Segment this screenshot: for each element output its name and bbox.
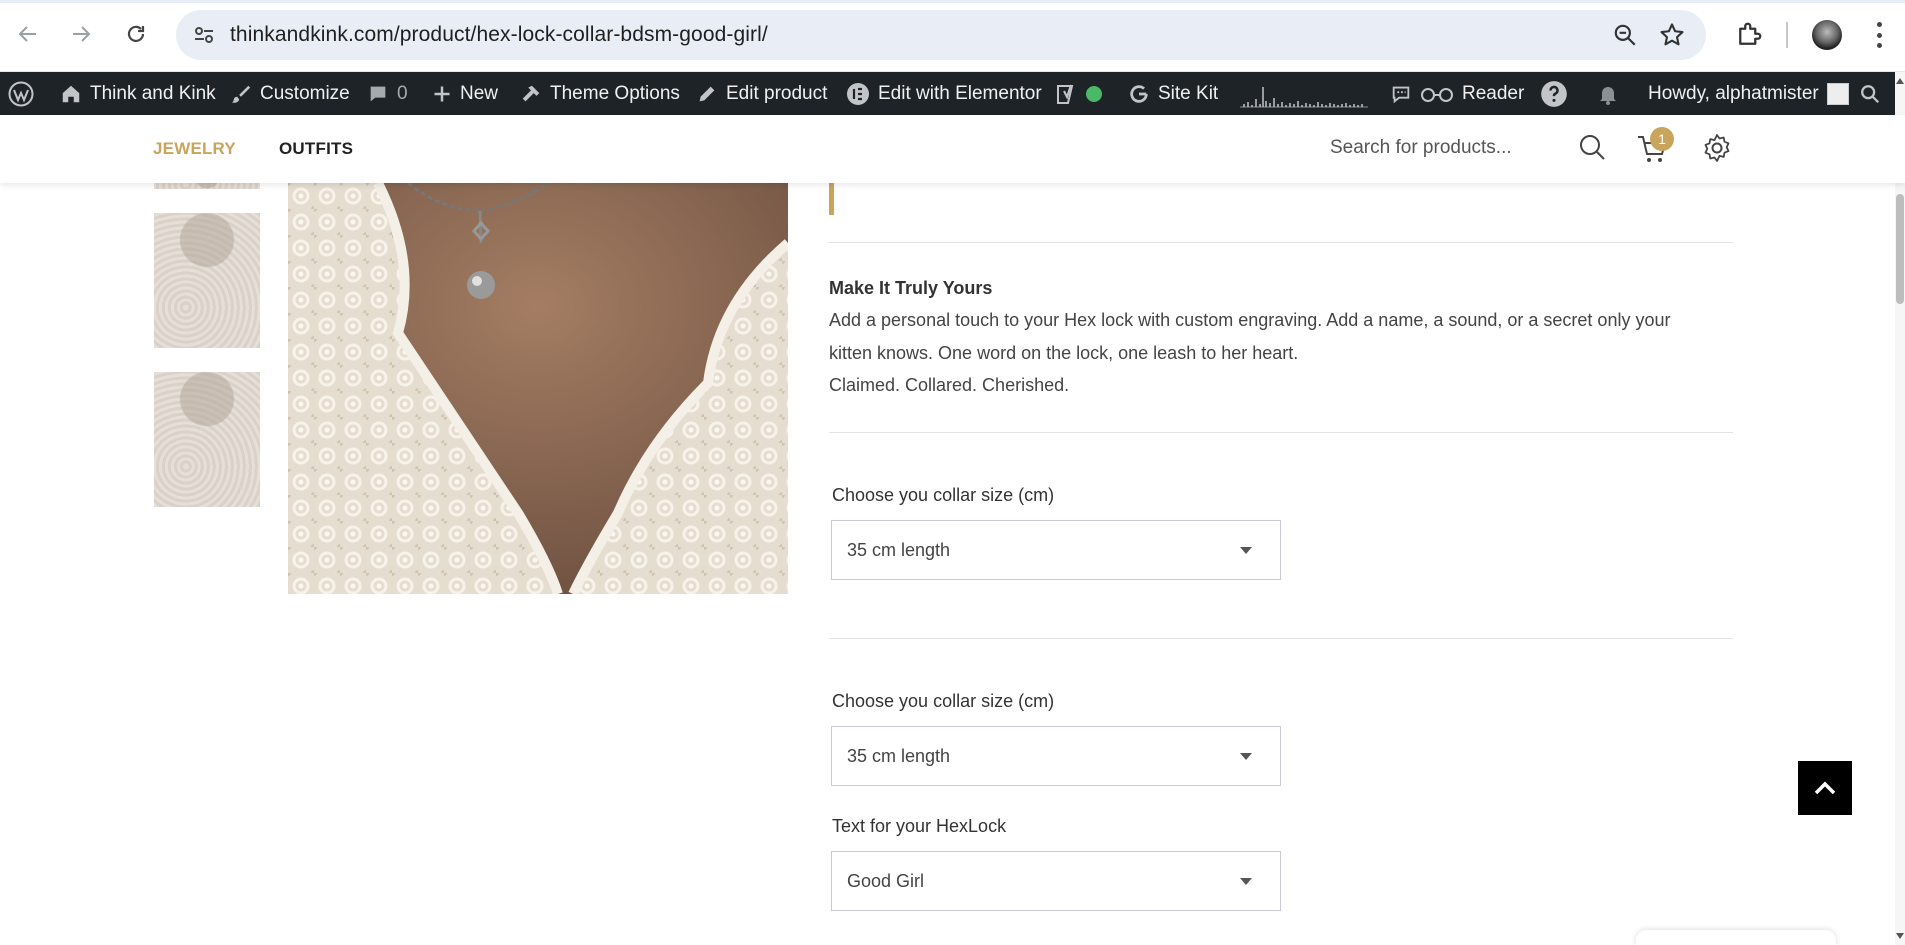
product-main-image[interactable] bbox=[288, 183, 788, 594]
plus-icon bbox=[434, 86, 450, 101]
adminbar-my-account[interactable]: Howdy, alphatmister bbox=[1648, 72, 1849, 115]
collar-size-select[interactable]: 35 cm length bbox=[831, 726, 1281, 786]
adminbar-comments[interactable]: 0 bbox=[367, 72, 408, 115]
scroll-down-arrow-icon[interactable] bbox=[1896, 933, 1904, 939]
adminbar-search-icon[interactable] bbox=[1859, 72, 1881, 115]
bookmark-star-icon[interactable] bbox=[1658, 21, 1686, 49]
search-icon[interactable] bbox=[1578, 133, 1606, 161]
brush-icon bbox=[231, 85, 251, 103]
description-line: kitten knows. One word on the lock, one … bbox=[829, 343, 1299, 363]
chat-widget-tab[interactable] bbox=[1636, 930, 1836, 945]
dropdown-caret-icon bbox=[1240, 753, 1252, 760]
wp-admin-bar: Think and Kink Customize 0 New Theme Opt… bbox=[0, 72, 1905, 115]
toolbar-divider bbox=[1786, 22, 1788, 48]
back-to-top-button[interactable] bbox=[1798, 761, 1852, 815]
settings-gear-icon[interactable] bbox=[1702, 133, 1732, 163]
chevron-up-icon bbox=[1814, 781, 1836, 795]
google-g-icon bbox=[1130, 84, 1148, 103]
menu-item-jewelry[interactable]: JEWELRY bbox=[153, 139, 236, 159]
hexlock-text-label: Text for your HexLock bbox=[832, 816, 1007, 836]
collar-size-value: 35 cm length bbox=[847, 746, 951, 766]
description-line: Add a personal touch to your Hex lock wi… bbox=[829, 310, 1671, 330]
tab-strip bbox=[0, 0, 1905, 3]
dropdown-caret-icon bbox=[1240, 878, 1252, 885]
page-scrollbar[interactable] bbox=[1895, 72, 1905, 945]
address-bar[interactable]: thinkandkink.com/product/hex-lock-collar… bbox=[176, 10, 1706, 60]
adminbar-customize[interactable]: Customize bbox=[230, 72, 350, 115]
chrome-menu-icon[interactable] bbox=[1876, 22, 1882, 48]
collar-size-label: Choose you collar size (cm) bbox=[832, 485, 1055, 505]
product-thumbnail[interactable] bbox=[154, 213, 260, 348]
reload-icon[interactable] bbox=[118, 16, 154, 52]
section-title: Make It Truly Yours bbox=[829, 278, 993, 298]
elementor-icon bbox=[847, 82, 869, 105]
url-text[interactable]: thinkandkink.com/product/hex-lock-collar… bbox=[230, 23, 768, 47]
collar-size-label: Choose you collar size (cm) bbox=[832, 691, 1055, 711]
browser-toolbar: thinkandkink.com/product/hex-lock-collar… bbox=[0, 0, 1905, 72]
adminbar-theme-options[interactable]: Theme Options bbox=[520, 72, 680, 115]
yoast-icon bbox=[1057, 84, 1074, 104]
divider bbox=[829, 432, 1733, 433]
hammer-icon bbox=[522, 85, 540, 101]
pencil-icon bbox=[699, 86, 715, 101]
adminbar-reader[interactable]: Reader bbox=[1390, 72, 1524, 115]
adminbar-site-kit[interactable]: Site Kit bbox=[1128, 72, 1218, 115]
hexlock-text-select[interactable]: Good Girl bbox=[831, 851, 1281, 911]
divider bbox=[829, 638, 1733, 639]
home-icon bbox=[62, 85, 80, 102]
collar-size-value: 35 cm length bbox=[847, 540, 951, 560]
notifications-bell-icon[interactable] bbox=[1596, 72, 1620, 115]
product-search-input[interactable]: Search for products... bbox=[1330, 137, 1512, 159]
forward-icon[interactable] bbox=[63, 16, 99, 52]
adminbar-edit-product[interactable]: Edit product bbox=[696, 72, 827, 115]
cart-count-badge: 1 bbox=[1650, 127, 1674, 151]
hexlock-text-value: Good Girl bbox=[847, 871, 925, 891]
comment-icon bbox=[370, 86, 386, 101]
back-icon[interactable] bbox=[10, 16, 46, 52]
zoom-icon[interactable] bbox=[1612, 22, 1638, 48]
site-info-icon[interactable] bbox=[192, 23, 216, 47]
extensions-icon[interactable] bbox=[1734, 20, 1764, 50]
product-thumbnail[interactable] bbox=[154, 372, 260, 507]
dropdown-caret-icon bbox=[1240, 547, 1252, 554]
user-avatar bbox=[1826, 82, 1849, 105]
adminbar-site-name[interactable]: Think and Kink bbox=[60, 72, 216, 115]
profile-avatar[interactable] bbox=[1812, 20, 1842, 50]
reader-chat-icon bbox=[1392, 86, 1410, 103]
scroll-up-arrow-icon[interactable] bbox=[1896, 78, 1904, 84]
traffic-sparkline[interactable] bbox=[1238, 84, 1370, 108]
glasses-icon bbox=[1421, 87, 1453, 102]
divider bbox=[829, 242, 1733, 243]
wordpress-logo-icon[interactable] bbox=[8, 72, 34, 115]
adminbar-yoast[interactable] bbox=[1056, 72, 1102, 115]
description-line: Claimed. Collared. Cherished. bbox=[829, 375, 1070, 395]
adminbar-edit-elementor[interactable]: Edit with Elementor bbox=[846, 72, 1042, 115]
menu-item-outfits[interactable]: OUTFITS bbox=[279, 139, 353, 159]
collar-size-select[interactable]: 35 cm length bbox=[831, 520, 1281, 580]
adminbar-new[interactable]: New bbox=[432, 72, 498, 115]
help-icon[interactable] bbox=[1540, 72, 1568, 115]
seo-status-dot bbox=[1086, 85, 1102, 102]
scrollbar-thumb[interactable] bbox=[1896, 194, 1904, 304]
site-header: JEWELRY OUTFITS Search for products... 1 bbox=[0, 115, 1905, 183]
